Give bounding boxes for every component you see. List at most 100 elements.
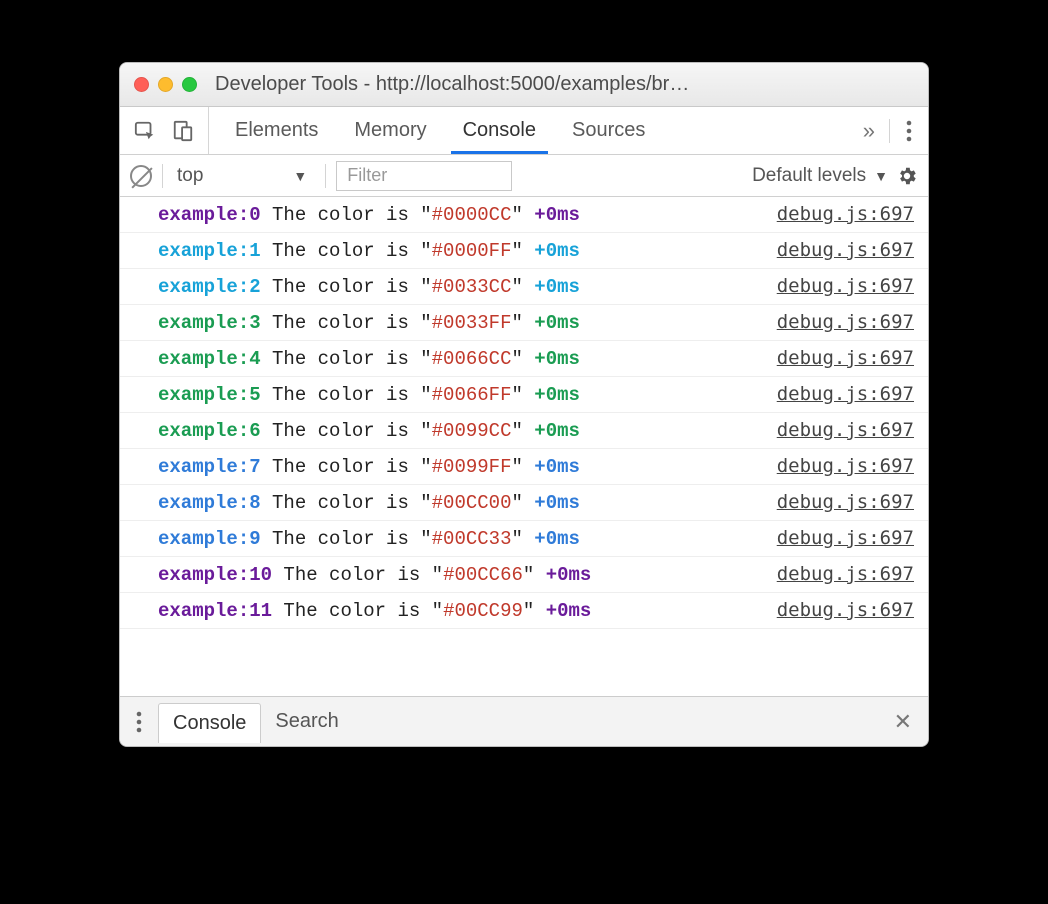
log-timing: +0ms [534, 492, 580, 514]
log-namespace: example:2 [158, 276, 261, 298]
source-link[interactable]: debug.js:697 [777, 383, 914, 405]
log-message: The color is " [261, 348, 432, 370]
console-filterbar: top ▼ Default levels ▼ [120, 155, 928, 197]
console-row: example:6 The color is "#0099CC" +0msdeb… [120, 413, 928, 449]
console-row: example:3 The color is "#0033FF" +0msdeb… [120, 305, 928, 341]
drawer-menu-button[interactable] [120, 711, 158, 733]
console-row: example:10 The color is "#00CC66" +0msde… [120, 557, 928, 593]
log-hex: #0066CC [432, 348, 512, 370]
log-message: The color is " [261, 420, 432, 442]
panel-tabbar: ElementsMemoryConsoleSources » [120, 107, 928, 155]
log-hex: #0000FF [432, 240, 512, 262]
log-message: The color is " [261, 204, 432, 226]
source-link[interactable]: debug.js:697 [777, 563, 914, 585]
drawer-tab-search[interactable]: Search [261, 702, 352, 741]
log-timing: +0ms [534, 348, 580, 370]
chevron-down-icon: ▼ [293, 168, 307, 184]
console-output: example:0 The color is "#0000CC" +0msdeb… [120, 197, 928, 696]
source-link[interactable]: debug.js:697 [777, 311, 914, 333]
log-namespace: example:9 [158, 528, 261, 550]
log-timing: +0ms [534, 276, 580, 298]
log-hex: #0066FF [432, 384, 512, 406]
console-row: example:11 The color is "#00CC99" +0msde… [120, 593, 928, 629]
source-link[interactable]: debug.js:697 [777, 239, 914, 261]
source-link[interactable]: debug.js:697 [777, 347, 914, 369]
log-hex: #00CC66 [443, 564, 523, 586]
source-link[interactable]: debug.js:697 [777, 455, 914, 477]
titlebar: Developer Tools - http://localhost:5000/… [120, 63, 928, 107]
close-window-button[interactable] [134, 77, 149, 92]
close-drawer-button[interactable]: ✕ [878, 709, 928, 735]
source-link[interactable]: debug.js:697 [777, 203, 914, 225]
gear-icon[interactable] [896, 165, 918, 187]
source-link[interactable]: debug.js:697 [777, 527, 914, 549]
drawer: Console Search ✕ [120, 696, 928, 746]
log-namespace: example:3 [158, 312, 261, 334]
log-namespace: example:11 [158, 600, 272, 622]
console-row: example:9 The color is "#00CC33" +0msdeb… [120, 521, 928, 557]
minimize-window-button[interactable] [158, 77, 173, 92]
more-panels-button[interactable]: » [849, 118, 889, 144]
log-hex: #0099CC [432, 420, 512, 442]
inspect-element-icon[interactable] [134, 120, 156, 142]
log-timing: +0ms [534, 528, 580, 550]
window-title: Developer Tools - http://localhost:5000/… [215, 73, 914, 96]
log-namespace: example:6 [158, 420, 261, 442]
devtools-window: Developer Tools - http://localhost:5000/… [119, 62, 929, 747]
source-link[interactable]: debug.js:697 [777, 491, 914, 513]
context-label: top [177, 165, 203, 187]
log-hex: #00CC33 [432, 528, 512, 550]
log-timing: +0ms [534, 240, 580, 262]
source-link[interactable]: debug.js:697 [777, 419, 914, 441]
log-namespace: example:8 [158, 492, 261, 514]
levels-label: Default levels [752, 165, 866, 187]
source-link[interactable]: debug.js:697 [777, 275, 914, 297]
log-timing: +0ms [546, 564, 592, 586]
log-namespace: example:4 [158, 348, 261, 370]
log-message: The color is " [261, 276, 432, 298]
devtools-menu-button[interactable] [890, 120, 928, 142]
source-link[interactable]: debug.js:697 [777, 599, 914, 621]
console-row: example:7 The color is "#0099FF" +0msdeb… [120, 449, 928, 485]
zoom-window-button[interactable] [182, 77, 197, 92]
log-timing: +0ms [534, 204, 580, 226]
execution-context-select[interactable]: top ▼ [173, 165, 315, 187]
traffic-lights [134, 77, 197, 92]
log-hex: #0000CC [432, 204, 512, 226]
log-hex: #00CC00 [432, 492, 512, 514]
filter-input[interactable] [336, 161, 512, 191]
device-toolbar-icon[interactable] [172, 120, 194, 142]
log-hex: #00CC99 [443, 600, 523, 622]
log-levels-select[interactable]: Default levels ▼ [752, 165, 918, 187]
log-timing: +0ms [534, 420, 580, 442]
log-message: The color is " [272, 600, 443, 622]
log-timing: +0ms [534, 456, 580, 478]
chevron-down-icon: ▼ [874, 168, 888, 184]
clear-console-button[interactable] [130, 165, 152, 187]
drawer-tab-console[interactable]: Console [158, 703, 261, 743]
log-message: The color is " [261, 240, 432, 262]
console-row: example:0 The color is "#0000CC" +0msdeb… [120, 197, 928, 233]
log-hex: #0033FF [432, 312, 512, 334]
console-row: example:2 The color is "#0033CC" +0msdeb… [120, 269, 928, 305]
console-row: example:4 The color is "#0066CC" +0msdeb… [120, 341, 928, 377]
log-message: The color is " [261, 492, 432, 514]
log-namespace: example:0 [158, 204, 261, 226]
console-row: example:5 The color is "#0066FF" +0msdeb… [120, 377, 928, 413]
log-hex: #0099FF [432, 456, 512, 478]
log-message: The color is " [261, 312, 432, 334]
log-message: The color is " [261, 456, 432, 478]
log-timing: +0ms [534, 312, 580, 334]
console-row: example:1 The color is "#0000FF" +0msdeb… [120, 233, 928, 269]
console-row: example:8 The color is "#00CC00" +0msdeb… [120, 485, 928, 521]
log-message: The color is " [261, 384, 432, 406]
tab-sources[interactable]: Sources [554, 107, 663, 154]
tab-console[interactable]: Console [445, 107, 554, 154]
log-hex: #0033CC [432, 276, 512, 298]
log-message: The color is " [272, 564, 443, 586]
panel-tabs: ElementsMemoryConsoleSources [209, 107, 849, 154]
tab-memory[interactable]: Memory [336, 107, 444, 154]
log-namespace: example:10 [158, 564, 272, 586]
log-namespace: example:7 [158, 456, 261, 478]
tab-elements[interactable]: Elements [217, 107, 336, 154]
